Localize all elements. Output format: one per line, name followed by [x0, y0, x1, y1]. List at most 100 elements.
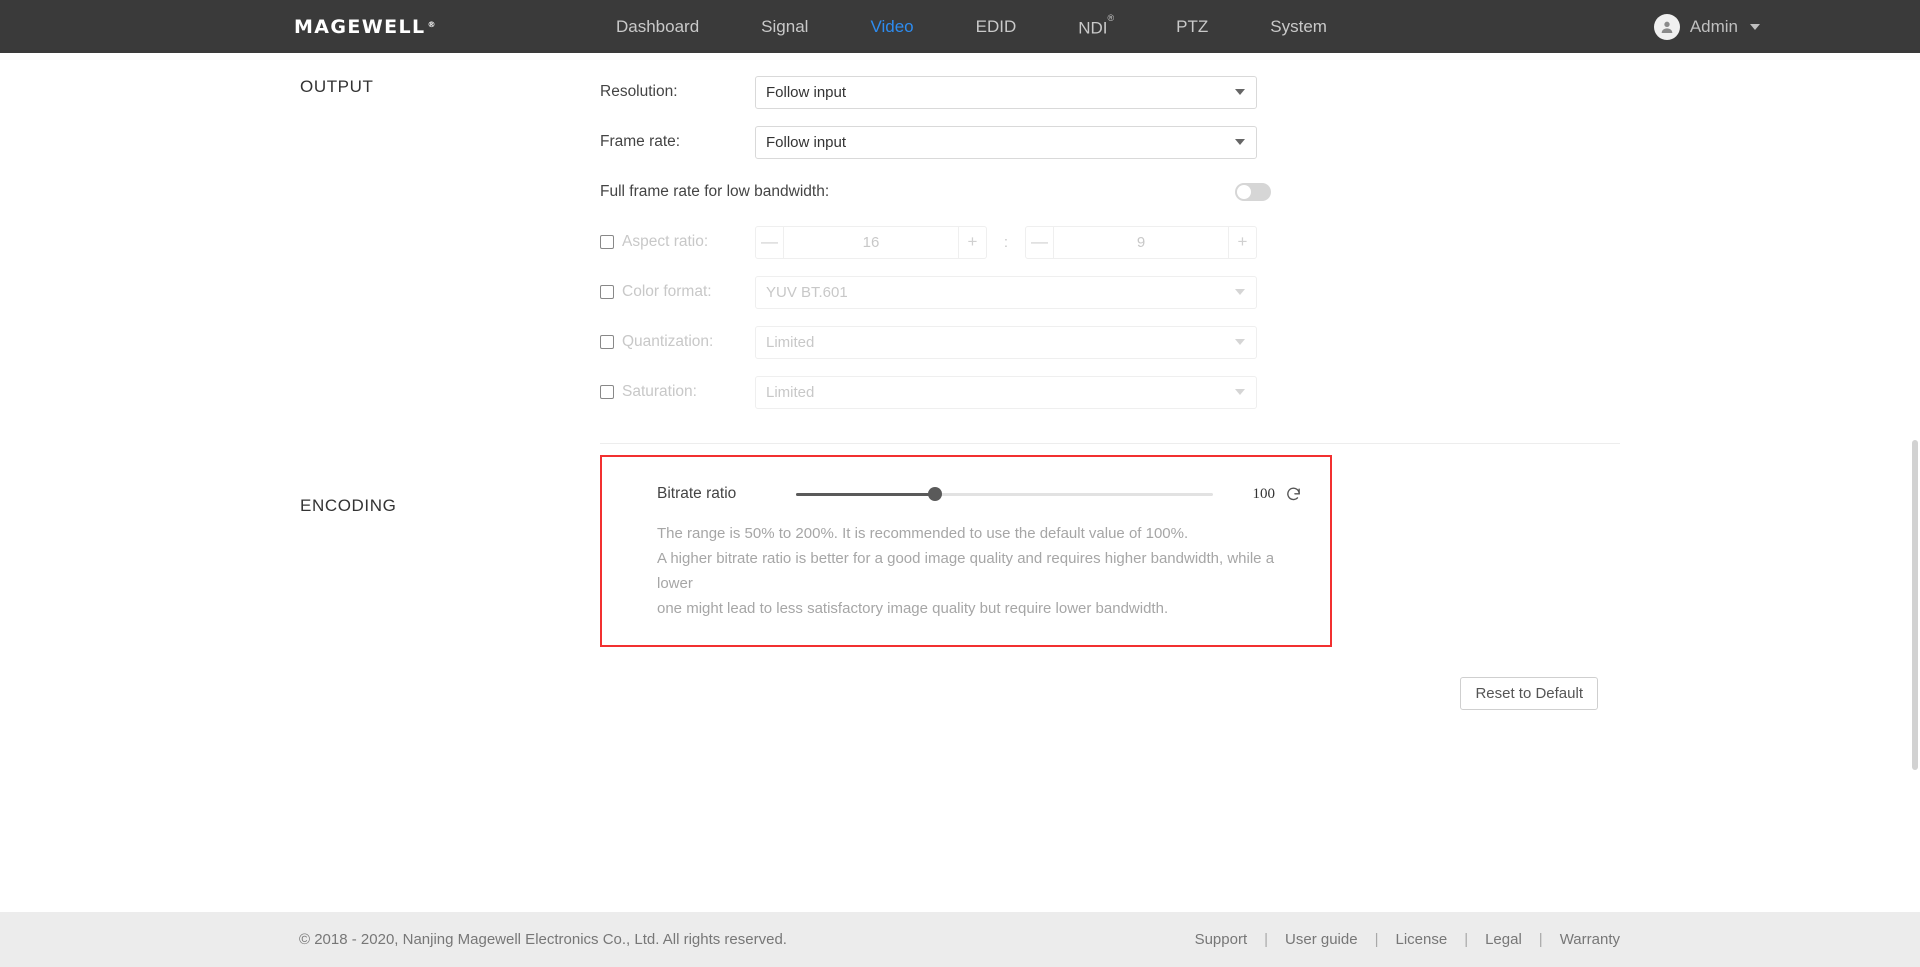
copyright-text: © 2018 - 2020, Nanjing Magewell Electron…	[299, 931, 787, 948]
plus-icon[interactable]: +	[958, 226, 986, 258]
footer-separator: |	[1538, 931, 1543, 948]
footer-separator: |	[1264, 931, 1269, 948]
output-section-title: OUTPUT	[300, 77, 374, 96]
quantization-checkbox-wrap	[600, 335, 622, 349]
aspect-ratio-checkbox[interactable]	[600, 235, 614, 249]
aspect-ratio-height-value: 9	[1136, 233, 1146, 251]
top-navigation-bar: MAGEWELL ® Dashboard Signal Video EDID N…	[0, 0, 1920, 53]
resolution-control: Follow input	[755, 75, 1257, 109]
encoding-section: ENCODING Bitrate ratio 100 The range is …	[300, 444, 1620, 657]
user-name-label: Admin	[1689, 16, 1738, 36]
footer-link-support[interactable]: Support	[1195, 931, 1248, 948]
color-format-checkbox[interactable]	[600, 285, 614, 299]
settings-card: OUTPUT Resolution: Follow input Frame ra…	[300, 53, 1620, 657]
footer-link-user-guide[interactable]: User guide	[1285, 931, 1358, 948]
brand-text: MAGEWELL	[294, 15, 426, 38]
aspect-ratio-row: Aspect ratio: — 16 + : — 9 +	[600, 217, 1620, 267]
footer-link-warranty[interactable]: Warranty	[1560, 931, 1620, 948]
saturation-control: Limited	[755, 375, 1257, 409]
framerate-selected-value: Follow input	[766, 133, 847, 151]
framerate-select[interactable]: Follow input	[755, 125, 1257, 159]
quantization-label: Quantization:	[622, 333, 714, 350]
quantization-select[interactable]: Limited	[755, 325, 1257, 359]
resolution-selected-value: Follow input	[766, 83, 847, 101]
saturation-checkbox[interactable]	[600, 385, 614, 399]
bitrate-description-line-3: one might lead to less satisfactory imag…	[657, 600, 1169, 617]
page-content: OUTPUT Resolution: Follow input Frame ra…	[0, 53, 1920, 734]
nav-item-ndi[interactable]: NDI®	[1047, 0, 1145, 55]
aspect-ratio-separator: :	[1003, 233, 1009, 251]
reset-to-default-button[interactable]: Reset to Default	[1460, 677, 1598, 710]
action-bar: Reset to Default	[300, 657, 1620, 734]
ndi-registered-mark: ®	[1107, 13, 1115, 24]
aspect-ratio-width-stepper[interactable]: — 16 +	[755, 225, 987, 259]
color-format-select[interactable]: YUV BT.601	[755, 275, 1257, 309]
bitrate-description-line-1: The range is 50% to 200%. It is recommen…	[657, 525, 1189, 542]
encoding-section-body: Bitrate ratio 100 The range is 50% to 20…	[600, 444, 1620, 657]
color-format-label: Color format:	[622, 283, 712, 300]
nav-item-signal[interactable]: Signal	[730, 0, 839, 53]
scrollbar-thumb[interactable]	[1912, 440, 1918, 770]
saturation-selected-value: Limited	[766, 383, 815, 401]
chevron-down-icon	[1235, 89, 1245, 95]
bitrate-description-line-2: A higher bitrate ratio is better for a g…	[657, 550, 1275, 592]
framerate-label: Frame rate:	[600, 133, 681, 150]
output-section-body: Resolution: Follow input Frame rate: Fol…	[600, 53, 1620, 443]
nav-links: Dashboard Signal Video EDID NDI® PTZ Sys…	[585, 0, 1358, 53]
brand-registered-mark: ®	[427, 19, 437, 29]
saturation-select[interactable]: Limited	[755, 375, 1257, 409]
framerate-row: Frame rate: Follow input	[600, 117, 1620, 167]
full-framerate-label: Full frame rate for low bandwidth:	[600, 183, 830, 200]
user-menu[interactable]: Admin	[1653, 13, 1760, 40]
bitrate-highlight-box: Bitrate ratio 100 The range is 50% to 20…	[600, 455, 1332, 647]
nav-item-system[interactable]: System	[1239, 0, 1358, 53]
plus-icon[interactable]: +	[1228, 226, 1256, 258]
chevron-down-icon	[1750, 23, 1760, 30]
footer-links: Support | User guide | License | Legal |…	[1195, 931, 1620, 948]
full-framerate-row: Full frame rate for low bandwidth:	[600, 167, 1620, 217]
footer-link-license[interactable]: License	[1395, 931, 1447, 948]
quantization-selected-value: Limited	[766, 333, 815, 351]
color-format-row: Color format: YUV BT.601	[600, 267, 1620, 317]
resolution-row: Resolution: Follow input	[600, 67, 1620, 117]
resolution-select[interactable]: Follow input	[755, 75, 1257, 109]
output-section: OUTPUT Resolution: Follow input Frame ra…	[300, 53, 1620, 444]
nav-item-video[interactable]: Video	[839, 0, 944, 53]
bitrate-ratio-label: Bitrate ratio	[657, 485, 737, 502]
avatar	[1653, 13, 1680, 40]
footer-link-legal[interactable]: Legal	[1485, 931, 1522, 948]
bitrate-slider-fill	[795, 492, 935, 496]
color-format-selected-value: YUV BT.601	[766, 283, 848, 301]
nav-item-ptz[interactable]: PTZ	[1145, 0, 1239, 53]
nav-item-edid[interactable]: EDID	[945, 0, 1048, 53]
reset-bitrate-icon[interactable]	[1285, 486, 1302, 503]
nav-item-dashboard[interactable]: Dashboard	[585, 0, 730, 53]
chevron-down-icon	[1235, 339, 1245, 345]
saturation-label: Saturation:	[622, 383, 697, 400]
footer-separator: |	[1374, 931, 1379, 948]
toggle-knob	[1237, 185, 1251, 199]
bitrate-slider-thumb[interactable]	[927, 487, 942, 501]
minus-icon[interactable]: —	[1026, 226, 1054, 258]
full-framerate-toggle[interactable]	[1235, 183, 1271, 201]
encoding-section-title: ENCODING	[300, 496, 397, 515]
bitrate-slider[interactable]	[795, 487, 1214, 501]
quantization-checkbox[interactable]	[600, 335, 614, 349]
saturation-checkbox-wrap	[600, 385, 622, 399]
bitrate-description: The range is 50% to 200%. It is recommen…	[657, 521, 1302, 621]
nav-item-ndi-label: NDI	[1078, 18, 1108, 38]
settings-card-inner: OUTPUT Resolution: Follow input Frame ra…	[300, 53, 1620, 657]
page-scrollbar[interactable]	[1910, 53, 1920, 967]
aspect-ratio-width-value: 16	[862, 233, 880, 251]
framerate-control: Follow input	[755, 125, 1257, 159]
minus-icon[interactable]: —	[756, 226, 784, 258]
aspect-ratio-height-stepper[interactable]: — 9 +	[1025, 225, 1257, 259]
color-format-checkbox-wrap	[600, 285, 622, 299]
quantization-control: Limited	[755, 325, 1257, 359]
aspect-ratio-checkbox-wrap	[600, 235, 622, 249]
footer-separator: |	[1464, 931, 1469, 948]
quantization-row: Quantization: Limited	[600, 317, 1620, 367]
magewell-logo: MAGEWELL ®	[294, 16, 437, 38]
chevron-down-icon	[1235, 289, 1245, 295]
chevron-down-icon	[1235, 139, 1245, 145]
